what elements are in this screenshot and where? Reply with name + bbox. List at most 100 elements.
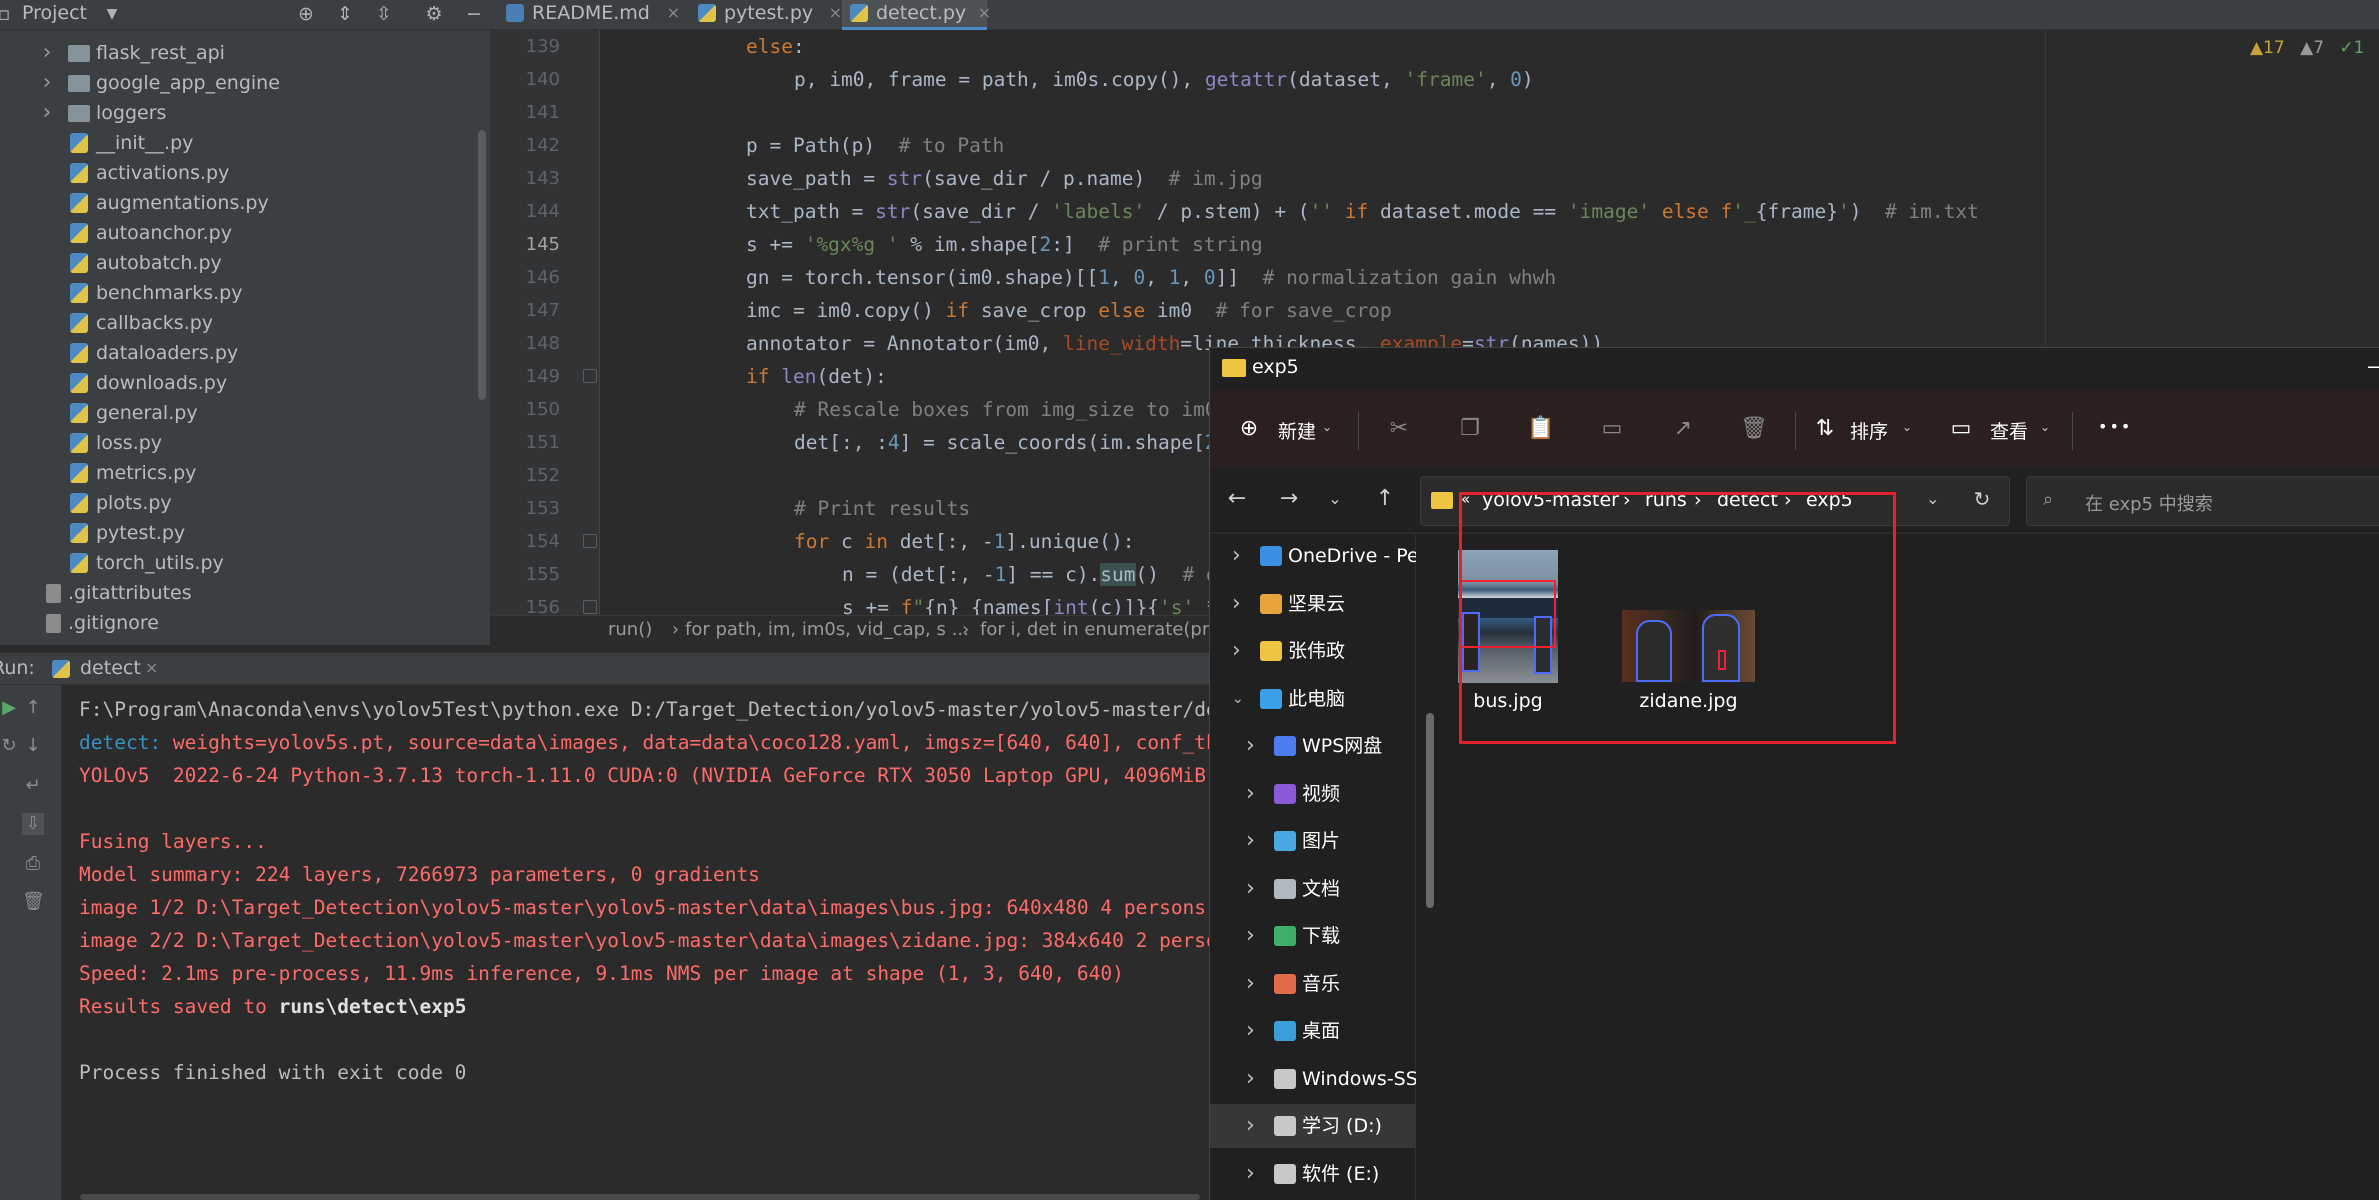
nav-item[interactable]: › 桌面 [1210,1009,1416,1053]
down-arrow-icon[interactable]: ↓ [22,735,44,757]
project-dropdown-label[interactable]: Project [22,0,87,30]
chevron-down-icon[interactable]: ⌄ [1322,420,1332,434]
chevron-right-icon[interactable]: › [1246,1152,1255,1196]
chevron-down-icon[interactable]: ⌄ [1902,420,1912,434]
locate-icon[interactable]: ⊕ [294,2,318,26]
inspection-widget[interactable]: ▲17 ▲7 ✓1 [2250,38,2364,62]
view-icon[interactable]: ▭ [1944,412,1978,446]
refresh-icon[interactable]: ↻ [1967,484,1997,514]
close-icon[interactable]: × [667,0,680,26]
nav-item[interactable]: › 学习 (D:) [1210,1104,1416,1148]
gear-icon[interactable]: ⚙ [422,2,446,26]
up-arrow-icon[interactable]: ↑ [1370,484,1400,514]
view-button[interactable]: 查看 [1990,417,2028,444]
stop-icon[interactable]: ↻ [0,735,20,757]
close-icon[interactable]: × [145,658,158,677]
recent-dropdown-icon[interactable]: ⌄ [1320,484,1350,514]
collapse-all-icon[interactable]: ⇳ [372,2,396,26]
nav-item[interactable]: › 音乐 [1210,962,1416,1006]
soft-wrap-icon[interactable]: ↵ [22,775,44,797]
new-button[interactable]: 新建 [1278,417,1316,444]
plus-circle-icon[interactable]: ⊕ [1232,412,1266,446]
rename-icon[interactable]: ▭ [1595,412,1629,446]
chevron-right-icon[interactable]: › [1232,534,1241,578]
chevron-right-icon[interactable]: › [40,68,54,98]
file-name[interactable]: zidane.jpg [1622,690,1755,712]
scroll-to-end-icon[interactable]: ⇩ [22,813,44,835]
nav-item[interactable]: › 张伟政 [1210,629,1416,673]
expand-all-icon[interactable]: ⇕ [333,2,357,26]
chevron-right-icon[interactable]: › [1232,582,1241,626]
address-prefix[interactable]: « [1461,490,1470,508]
address-segment[interactable]: exp5 [1806,489,1853,511]
breadcrumb-item[interactable]: for path, im, im0s, vid_cap, s ... [685,619,969,640]
delete-icon[interactable]: 🗑 [1737,412,1771,446]
search-box[interactable]: ⌕ 在 exp5 中搜索 [2026,476,2379,526]
tab-detect[interactable]: detect.py × [842,0,991,30]
chevron-down-icon[interactable]: ⌄ [1232,677,1244,721]
chevron-right-icon[interactable]: › [1246,1104,1255,1148]
nav-item[interactable]: › 坚果云 [1210,582,1416,626]
project-panel-icon[interactable]: ▫ [0,2,16,26]
minimize-window-icon[interactable]: — [2367,354,2379,378]
chevron-down-icon[interactable]: ⌄ [2040,420,2050,434]
close-icon[interactable]: × [829,0,842,26]
chevron-down-icon[interactable]: ▼ [100,2,124,26]
cut-icon[interactable]: ✂ [1382,412,1416,446]
chevron-down-icon[interactable]: ⌄ [1926,489,1939,508]
zidane-thumbnail[interactable] [1622,610,1755,682]
paste-icon[interactable]: 📋 [1524,412,1558,446]
nav-pane-scrollbar[interactable] [1426,713,1434,908]
address-segment[interactable]: detect [1717,489,1778,511]
chevron-right-icon[interactable]: › [1246,867,1255,911]
breadcrumb-item[interactable]: run() [608,619,652,640]
chevron-right-icon[interactable]: › [1246,962,1255,1006]
breadcrumb-item[interactable]: for i, det in enumerate(pred) [980,619,1238,640]
bus-thumbnail[interactable] [1458,550,1558,683]
nav-item[interactable]: › OneDrive - Pe [1210,534,1419,578]
trash-icon[interactable]: 🗑 [22,891,45,913]
rerun-icon[interactable]: ▶ [0,697,20,719]
file-name[interactable]: bus.jpg [1458,690,1558,712]
search-input[interactable]: 在 exp5 中搜索 [2085,490,2213,516]
address-segment[interactable]: yolov5-master [1482,489,1619,511]
address-bar[interactable]: « yolov5-master › runs › detect › exp5 ⌄ [1420,476,2010,526]
chevron-right-icon[interactable]: › [40,98,54,128]
close-icon[interactable]: × [978,0,991,26]
print-icon[interactable]: ⎙ [22,853,44,875]
chevron-right-icon[interactable]: › [1246,914,1255,958]
nav-item[interactable]: › 图片 [1210,819,1416,863]
more-options-button[interactable]: ••• [2098,417,2132,436]
forward-arrow-icon[interactable]: → [1274,484,1304,514]
minimize-icon[interactable]: − [462,2,486,26]
chevron-right-icon[interactable]: › [40,38,54,68]
up-arrow-icon[interactable]: ↑ [22,697,44,719]
console-horizontal-scrollbar[interactable] [80,1194,1200,1200]
address-segment[interactable]: runs [1645,489,1687,511]
chevron-right-icon[interactable]: › [1246,819,1255,863]
fold-marker-icon[interactable] [583,600,597,614]
nav-item[interactable]: › 文档 [1210,867,1416,911]
copy-icon[interactable]: ❐ [1453,412,1487,446]
chevron-right-icon[interactable]: › [1246,724,1255,768]
nav-item[interactable]: ⌄ 此电脑 [1210,677,1416,721]
chevron-right-icon[interactable]: › [1246,1009,1255,1053]
nav-item[interactable]: › 下载 [1210,914,1416,958]
nav-item[interactable]: › WPS网盘 [1210,724,1416,768]
fold-marker-icon[interactable] [583,534,597,548]
tab-readme[interactable]: README.md × [498,0,680,30]
chevron-right-icon[interactable]: › [1232,629,1241,673]
run-tab-detect[interactable]: detect [80,657,141,679]
back-arrow-icon[interactable]: ← [1222,484,1252,514]
tab-pytest[interactable]: pytest.py × [690,0,842,30]
project-scrollbar[interactable] [478,130,486,400]
sort-button[interactable]: 排序 [1850,417,1888,444]
nav-item[interactable]: › 视频 [1210,772,1416,816]
share-icon[interactable]: ↗ [1666,412,1700,446]
chevron-right-icon[interactable]: › [1246,1057,1255,1101]
nav-item[interactable]: › 软件 (E:) [1210,1152,1416,1196]
sort-icon[interactable]: ⇅ [1808,412,1842,446]
nav-item[interactable]: › Windows-SSI [1210,1057,1423,1101]
chevron-right-icon[interactable]: › [1246,772,1255,816]
fold-marker-icon[interactable] [583,369,597,383]
